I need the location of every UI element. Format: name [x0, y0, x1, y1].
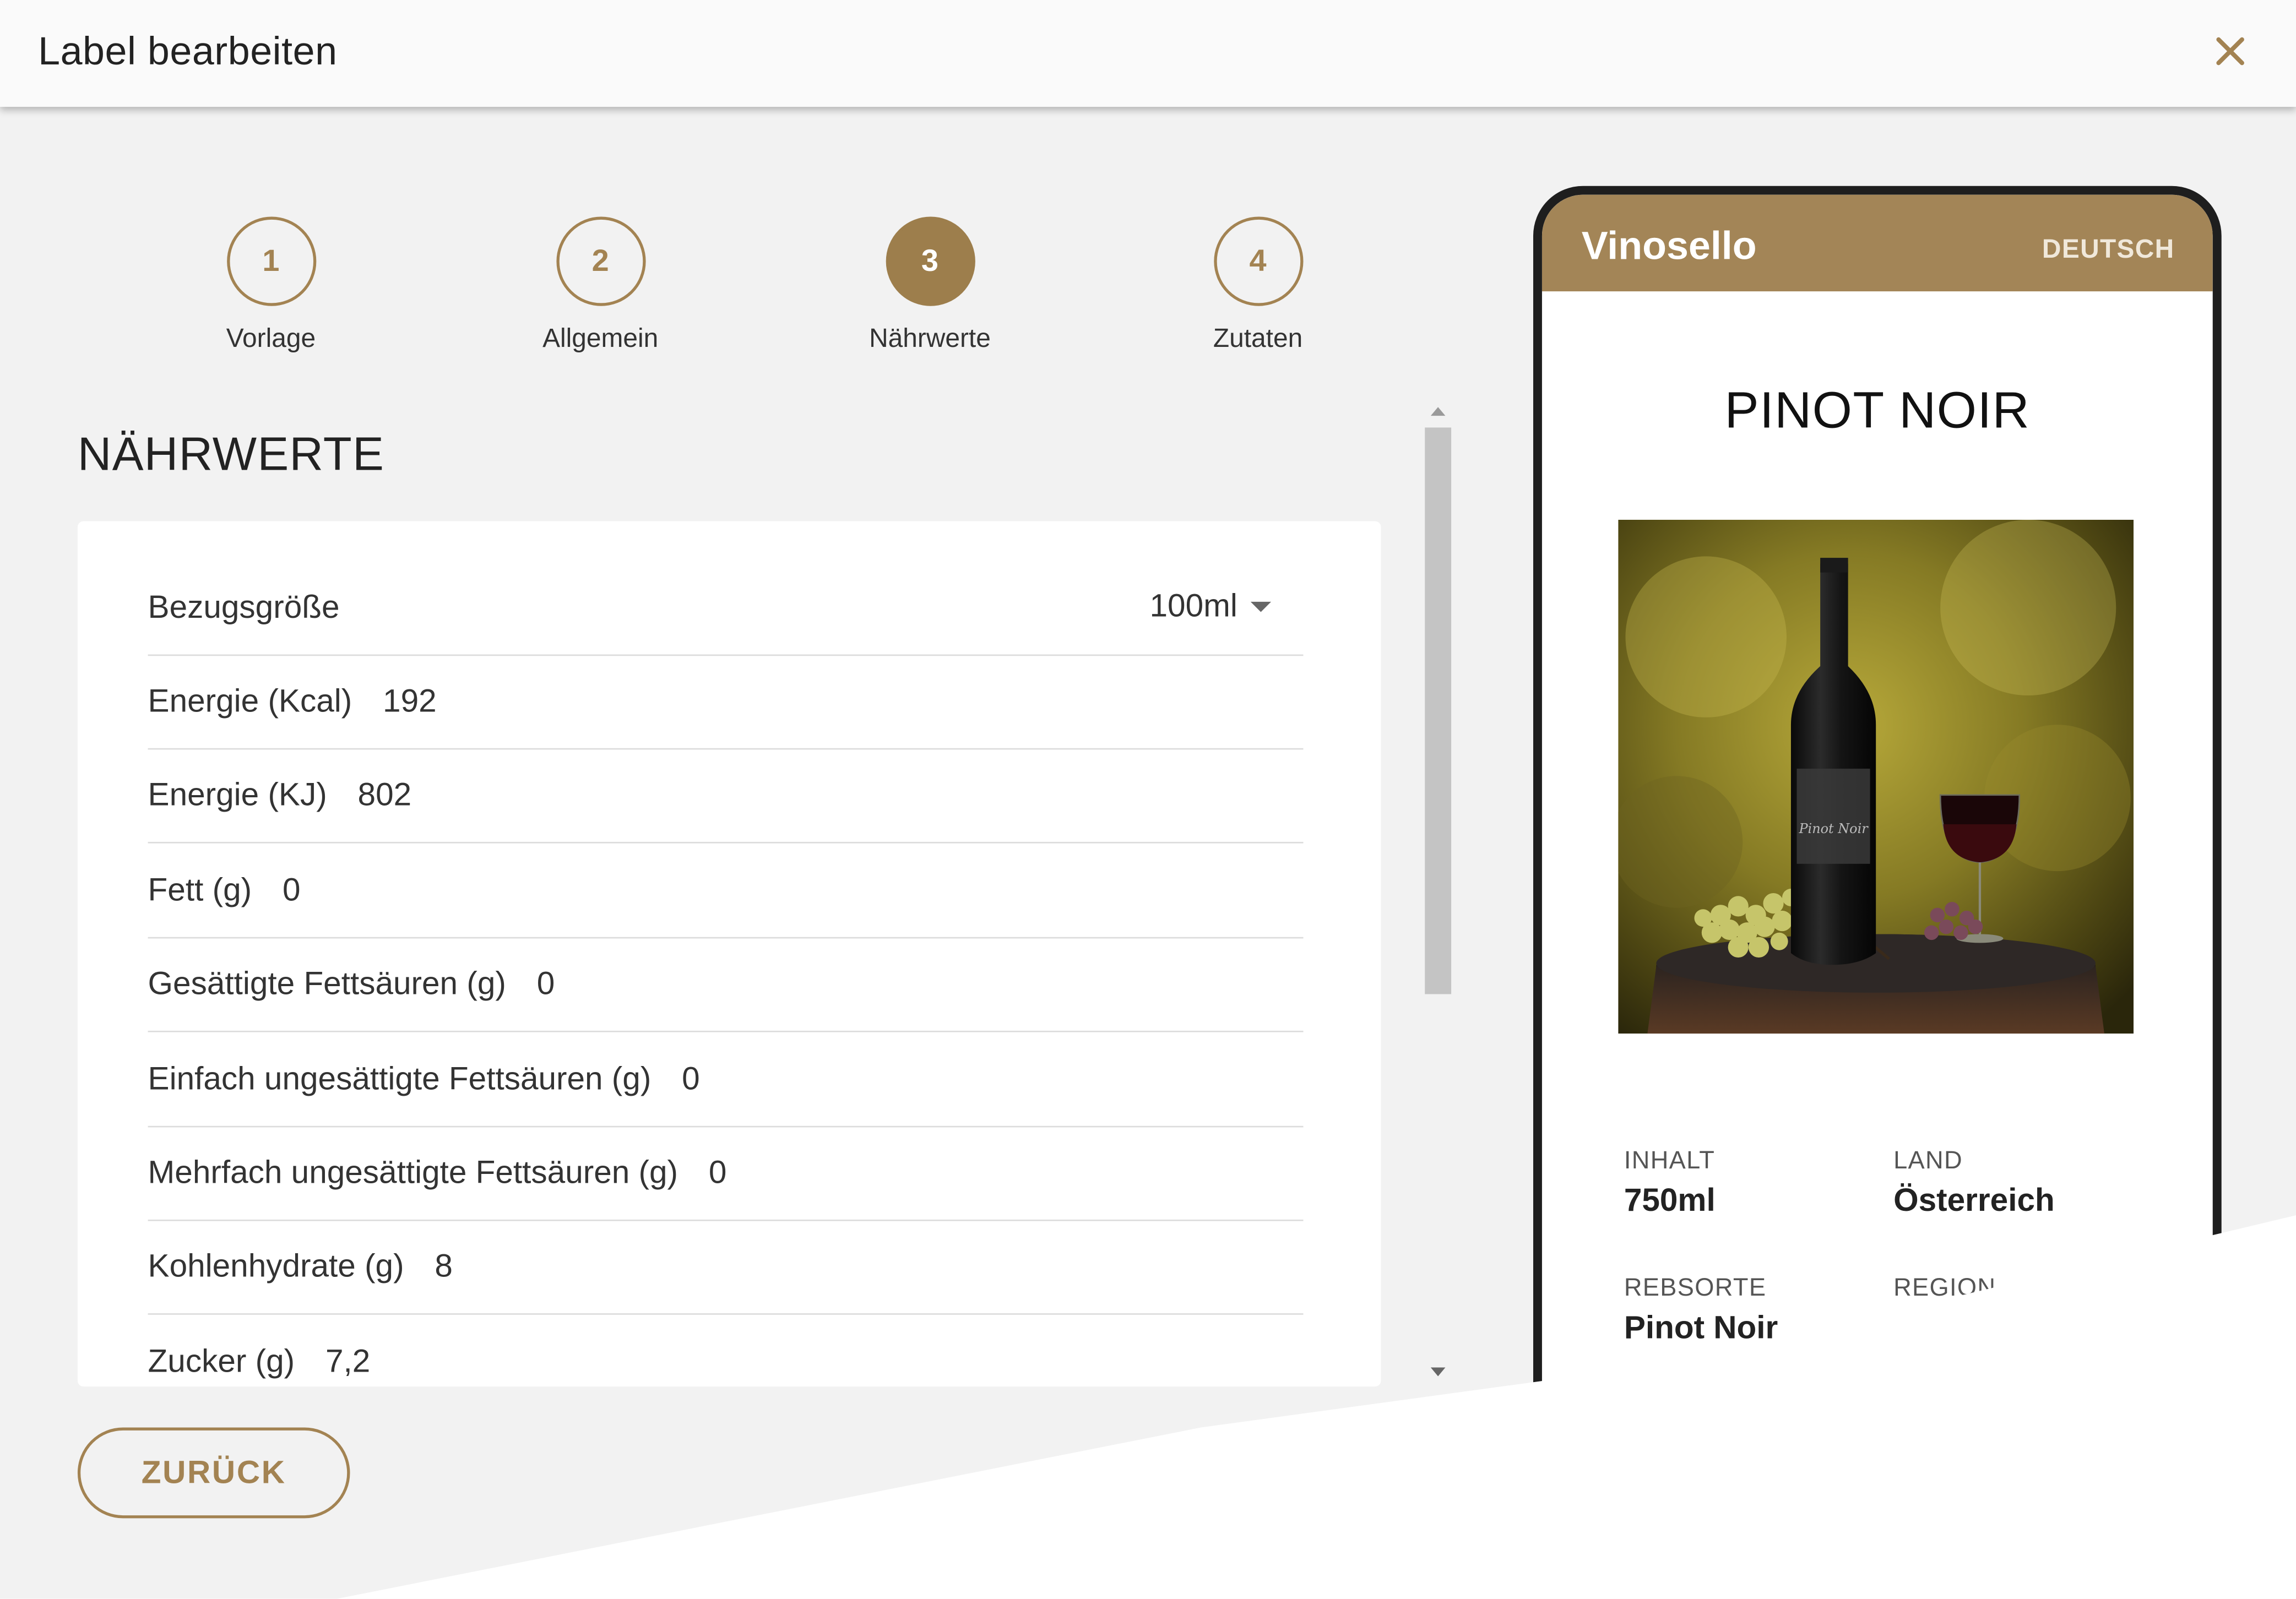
nutrition-value[interactable]: 8: [435, 1247, 453, 1285]
edit-label-dialog: Label bearbeiten 1 Vorlage 2 Allgemein 3…: [0, 0, 2296, 1599]
nutrition-value[interactable]: 0: [709, 1154, 727, 1192]
dialog-header: Label bearbeiten: [0, 0, 2296, 107]
dialog-title: Label bearbeiten: [38, 29, 338, 73]
land-label: LAND: [1893, 1146, 1963, 1174]
nutrition-value[interactable]: 192: [383, 682, 437, 720]
step-number: 3: [885, 216, 975, 306]
step-label: Zutaten: [1213, 323, 1303, 353]
scrollbar-thumb[interactable]: [1425, 427, 1452, 994]
close-icon[interactable]: [2205, 26, 2255, 76]
nutrition-value[interactable]: 0: [537, 965, 555, 1003]
wine-photo: Pinot Noir: [1618, 519, 2134, 1034]
inhalt-value: 750ml: [1624, 1181, 1716, 1219]
nutrition-value[interactable]: 0: [283, 871, 301, 909]
step-naehrwerte[interactable]: 3 Nährwerte: [813, 216, 1047, 355]
nutrition-row[interactable]: Zucker (g) 7,2: [148, 1315, 1304, 1386]
nutrition-row[interactable]: Energie (KJ) 802: [148, 748, 1304, 844]
preview-header: Vinosello DEUTSCH: [1541, 194, 2213, 292]
nutrition-label: Energie (KJ): [148, 776, 327, 813]
step-number: 1: [226, 216, 316, 306]
scroll-up-icon[interactable]: [1430, 407, 1446, 416]
nutrition-row[interactable]: Energie (Kcal) 192: [148, 655, 1304, 750]
region-label: REGION: [1893, 1274, 1996, 1302]
nutrition-label: Gesättigte Fettsäuren (g): [148, 965, 506, 1002]
step-zutaten[interactable]: 4 Zutaten: [1141, 216, 1375, 355]
step-label: Allgemein: [542, 323, 659, 353]
language-selector[interactable]: DEUTSCH: [2042, 234, 2175, 265]
step-label: Vorlage: [226, 323, 316, 353]
rebsorte-label: REBSORTE: [1624, 1274, 1767, 1302]
bottle-label: Pinot Noir: [1798, 821, 1869, 836]
step-label: Nährwerte: [869, 323, 991, 353]
nutrition-value[interactable]: 802: [358, 776, 412, 814]
nutrition-value[interactable]: 7,2: [325, 1342, 370, 1380]
step-number: 4: [1213, 216, 1303, 306]
land-value: Österreich: [1893, 1181, 2055, 1219]
nutrition-row[interactable]: Kohlenhydrate (g) 8: [148, 1220, 1304, 1315]
nutrition-label: Einfach ungesättigte Fettsäuren (g): [148, 1060, 652, 1097]
wizard-stepper: 1 Vorlage 2 Allgemein 3 Nährwerte 4 Zuta…: [146, 216, 1406, 378]
scrollbar[interactable]: [1424, 401, 1453, 1383]
reference-size-label: Bezugsgröße: [148, 588, 340, 626]
inhalt-label: INHALT: [1624, 1146, 1716, 1174]
nutrition-value[interactable]: 0: [682, 1060, 700, 1098]
nutrition-row[interactable]: Gesättigte Fettsäuren (g) 0: [148, 937, 1304, 1032]
back-button[interactable]: ZURÜCK: [77, 1427, 350, 1519]
nutrition-row[interactable]: Fett (g) 0: [148, 844, 1304, 939]
nutrition-row[interactable]: Einfach ungesättigte Fettsäuren (g) 0: [148, 1032, 1304, 1128]
nutrition-label: Zucker (g): [148, 1342, 295, 1379]
nutrition-label: Kohlenhydrate (g): [148, 1247, 404, 1284]
step-allgemein[interactable]: 2 Allgemein: [483, 216, 717, 355]
phone-preview: Vinosello DEUTSCH PINOT NOIR Pinot Noir …: [1533, 186, 2222, 1592]
chevron-down-icon: [1250, 601, 1272, 612]
scroll-down-icon[interactable]: [1430, 1367, 1446, 1377]
nutrition-row[interactable]: Mehrfach ungesättigte Fettsäuren (g) 0: [148, 1126, 1304, 1221]
rebsorte-value: Pinot Noir: [1624, 1309, 1778, 1346]
section-title: NÄHRWERTE: [77, 427, 385, 481]
nutrition-label: Fett (g): [148, 871, 252, 908]
preview-brand: Vinosello: [1581, 224, 1757, 268]
step-number: 2: [556, 216, 645, 306]
reference-size-value: 100ml: [1149, 587, 1237, 624]
nutrition-label: Energie (Kcal): [148, 682, 352, 719]
step-vorlage[interactable]: 1 Vorlage: [154, 216, 388, 355]
reference-size-select[interactable]: 100ml: [1149, 587, 1272, 625]
nutrition-card: Bezugsgröße 100ml Energie (Kcal) 192 Ene…: [77, 521, 1381, 1387]
reference-size-row: Bezugsgröße 100ml: [148, 561, 1304, 656]
nutrition-label: Mehrfach ungesättigte Fettsäuren (g): [148, 1154, 679, 1190]
preview-wine-name: PINOT NOIR: [1724, 382, 2031, 439]
